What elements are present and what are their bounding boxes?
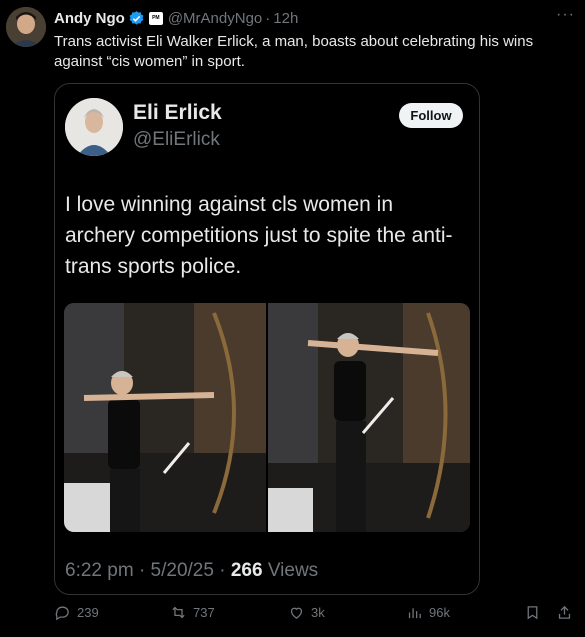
quoted-post-meta: 6:22 pm · 5/20/25 · 266 Views: [65, 560, 318, 582]
tweet-time[interactable]: 12h: [273, 10, 298, 27]
archery-photo-left[interactable]: [64, 303, 266, 532]
bookmark-button[interactable]: [524, 604, 541, 621]
share-button[interactable]: [556, 604, 573, 621]
tweet-actions: 239 737 3k 96k: [54, 604, 579, 628]
tweet-header: Andy Ngo PM @MrAndyNgo · 12h ···: [54, 6, 575, 28]
quoted-author-handle[interactable]: @EliErlick: [133, 129, 220, 151]
quoted-post-time[interactable]: 6:22 pm: [65, 560, 134, 581]
views-count: 96k: [429, 605, 450, 620]
bookmark-icon: [527, 606, 538, 620]
separator-dot: ·: [219, 560, 231, 581]
repost-count: 737: [193, 605, 215, 620]
author-name[interactable]: Andy Ngo: [54, 10, 125, 27]
like-count: 3k: [311, 605, 325, 620]
verified-icon: [128, 10, 145, 27]
reply-icon: [55, 606, 69, 621]
repost-icon: [172, 606, 185, 619]
like-button[interactable]: 3k: [288, 604, 325, 621]
reply-count: 239: [77, 605, 99, 620]
views-button[interactable]: 96k: [406, 604, 450, 621]
quoted-post-text: I love winning against cls women in arch…: [65, 193, 453, 278]
archery-photo-right[interactable]: [268, 303, 470, 532]
repost-button[interactable]: 737: [170, 604, 215, 621]
quoted-post-date[interactable]: 5/20/25: [151, 560, 214, 581]
tweet-text: Trans activist Eli Walker Erlick, a man,…: [54, 33, 534, 70]
quoted-author-name[interactable]: Eli Erlick: [133, 101, 222, 125]
reply-button[interactable]: 239: [54, 604, 99, 621]
separator-dot: ·: [138, 560, 151, 581]
share-icon: [558, 605, 571, 619]
more-options-icon[interactable]: ···: [556, 6, 575, 24]
author-handle[interactable]: @MrAndyNgo: [168, 10, 262, 27]
quoted-post-card[interactable]: Eli Erlick @EliErlick Follow I love winn…: [54, 83, 480, 595]
quoted-author-avatar[interactable]: [65, 98, 123, 156]
views-chart-icon: [408, 608, 421, 619]
quoted-views-count: 266: [230, 560, 263, 581]
quoted-views-label: Views: [267, 560, 319, 581]
separator-dot: ·: [265, 9, 271, 27]
author-avatar[interactable]: [6, 7, 46, 47]
follow-button[interactable]: Follow: [399, 103, 463, 128]
affiliate-badge-icon[interactable]: PM: [148, 11, 163, 25]
heart-icon: [290, 607, 303, 619]
